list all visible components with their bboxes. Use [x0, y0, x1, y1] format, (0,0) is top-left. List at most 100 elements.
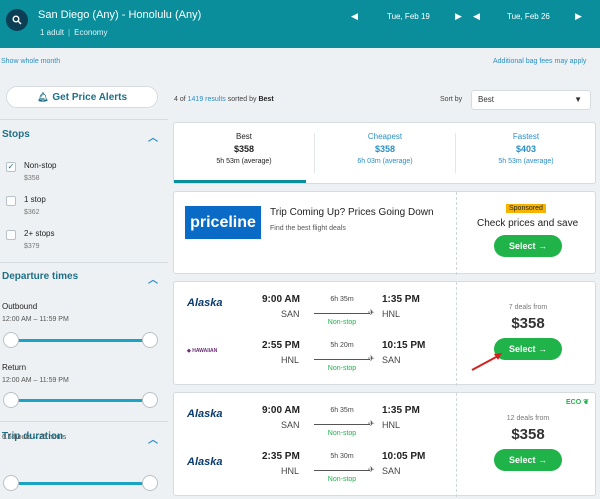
adults-count: 1 adult [40, 28, 65, 37]
outbound-slider-max-handle[interactable] [142, 332, 158, 348]
flight-duration: 6h 35m [330, 296, 354, 303]
return-slider-max-handle[interactable] [142, 392, 158, 408]
sort-by-label: Sort by [440, 96, 463, 103]
results-total[interactable]: 1419 results [188, 96, 226, 103]
arrive-time: 1:35 PM [382, 405, 420, 416]
priceline-ad[interactable]: priceline Trip Coming Up? Prices Going D… [173, 191, 596, 275]
eco-badge: ECO ❦ [566, 398, 589, 406]
result-price: $358 [511, 426, 545, 443]
ad-cta-text: Check prices and save [477, 218, 579, 229]
arrive-airport: HNL [382, 309, 401, 319]
depart-airport: HNL [281, 355, 300, 365]
ad-select-button[interactable]: Select → [494, 235, 562, 257]
ad-subtitle: Find the best flight deals [270, 225, 346, 232]
return-slider-track[interactable] [10, 399, 152, 402]
outbound-slider-min-handle[interactable] [3, 332, 19, 348]
flight-line [314, 424, 370, 425]
stops-2plus-checkbox[interactable] [6, 230, 16, 240]
results-count: 4 of 1419 results sorted by Best [174, 96, 274, 103]
plane-icon: ✈ [368, 308, 375, 317]
return-label: Return [2, 363, 27, 372]
tab-cheapest[interactable]: Cheapest $358 6h 03m (average) [315, 123, 455, 183]
return-range: 12:00 AM – 11:59 PM [2, 377, 69, 384]
alerts-label: Get Price Alerts [52, 91, 128, 103]
result-card[interactable]: Alaska 9:00 AM SAN 6h 35m ✈ Non-stop 1:3… [173, 281, 596, 386]
return-next-arrow-icon[interactable]: ▶ [575, 11, 582, 22]
stops-label: Non-stop [327, 319, 357, 326]
stops-filter-title[interactable]: Stops [2, 129, 30, 140]
arrive-airport: SAN [382, 355, 401, 365]
tab-price: $358 [374, 144, 396, 154]
bag-fees-link[interactable]: Additional bag fees may apply [493, 58, 586, 65]
arrive-airport: HNL [382, 420, 401, 430]
button-label: Select [508, 344, 536, 354]
duration-slider-track[interactable] [10, 482, 152, 485]
plane-icon: ✈ [368, 354, 375, 363]
sort-dropdown[interactable]: Best ▼ [471, 90, 591, 110]
outbound-range: 12:00 AM – 11:59 PM [2, 316, 69, 323]
depart-time: 9:00 AM [262, 405, 300, 416]
tab-fastest[interactable]: Fastest $403 5h 53m (average) [456, 123, 596, 183]
result-card[interactable]: Alaska 9:00 AM SAN 6h 35m ✈ Non-stop 1:3… [173, 392, 596, 497]
stops-1stop-checkbox[interactable] [6, 196, 16, 206]
deals-count: 12 deals from [506, 415, 550, 422]
tab-title: Cheapest [367, 132, 403, 141]
tab-best[interactable]: Best $358 5h 53m (average) [174, 123, 314, 183]
tab-price: $358 [233, 144, 255, 154]
duration-range: 6.5 hours – 25 hours [2, 434, 66, 441]
arrive-airport: SAN [382, 466, 401, 476]
stops-nonstop-label: Non-stop [24, 161, 57, 170]
chevron-up-icon[interactable]: ︿ [148, 431, 158, 446]
stops-1stop-price: $362 [24, 209, 40, 216]
outbound-slider-track[interactable] [10, 339, 152, 342]
stops-2plus-label: 2+ stops [24, 229, 55, 238]
plane-icon: ✈ [368, 419, 375, 428]
search-button[interactable] [6, 9, 28, 31]
show-whole-month-link[interactable]: Show whole month [1, 58, 60, 65]
search-icon [12, 15, 22, 25]
return-slider-min-handle[interactable] [3, 392, 19, 408]
depart-next-arrow-icon[interactable]: ▶ [455, 11, 462, 22]
arrive-time: 1:35 PM [382, 294, 420, 305]
red-arrow-annotation [471, 353, 502, 371]
duration-slider-min-handle[interactable] [3, 475, 19, 491]
depart-prev-arrow-icon[interactable]: ◀ [351, 11, 358, 22]
duration-range-text: 6.5 hours – 25 hours [2, 434, 67, 441]
results-sorted-by: sorted by [227, 96, 257, 103]
alaska-logo: Alaska [187, 456, 223, 468]
return-date-field[interactable]: Tue, Feb 26 [507, 8, 550, 24]
hawaiian-logo: ◆ HAWAIIAN [187, 348, 218, 354]
tab-price: $403 [515, 144, 537, 154]
return-prev-arrow-icon[interactable]: ◀ [473, 11, 480, 22]
duration-slider-max-handle[interactable] [142, 475, 158, 491]
chevron-up-icon[interactable]: ︿ [148, 129, 158, 144]
deals-count: 7 deals from [508, 304, 548, 311]
plane-icon: ✈ [368, 465, 375, 474]
leaf-icon: ❦ [583, 399, 589, 406]
get-price-alerts-button[interactable]: 🔔︎ Get Price Alerts [6, 86, 158, 108]
departure-times-title[interactable]: Departure times [2, 271, 78, 282]
caret-down-icon: ▼ [574, 95, 582, 104]
travelers-field[interactable]: 1 adult | Economy [40, 28, 107, 37]
stops-1stop-label: 1 stop [24, 195, 46, 204]
chevron-up-icon[interactable]: ︿ [148, 271, 158, 286]
route-field[interactable]: San Diego (Any) - Honolulu (Any) [38, 9, 201, 21]
depart-date-field[interactable]: Tue, Feb 19 [387, 8, 430, 24]
divider [456, 282, 457, 386]
flight-line [314, 359, 370, 360]
search-header: San Diego (Any) - Honolulu (Any) 1 adult… [0, 0, 600, 48]
depart-time: 2:55 PM [262, 340, 300, 351]
outbound-label: Outbound [2, 302, 38, 311]
flight-line [314, 470, 370, 471]
tab-title: Fastest [512, 132, 540, 141]
tab-time: 6h 03m (average) [357, 158, 413, 165]
stops-nonstop-price: $358 [24, 175, 40, 182]
stops-nonstop-checkbox[interactable]: ✓ [6, 162, 16, 172]
button-label: Select [508, 455, 536, 465]
eco-label: ECO [566, 399, 582, 406]
divider [0, 119, 168, 120]
cabin-class: Economy [74, 28, 108, 37]
select-button[interactable]: Select → [494, 449, 562, 471]
result-price: $358 [511, 315, 545, 332]
sort-tabs: Best $358 5h 53m (average) Cheapest $358… [173, 122, 596, 184]
